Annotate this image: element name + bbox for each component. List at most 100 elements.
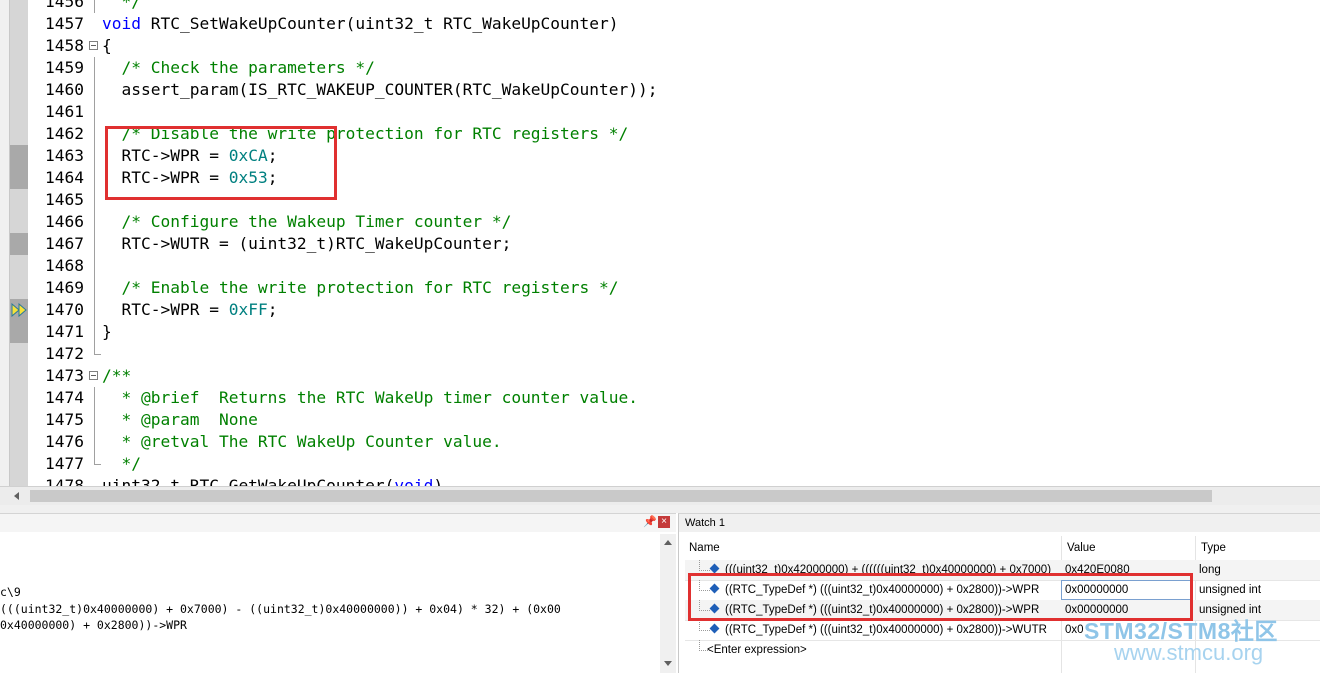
line-number: 1464 xyxy=(45,168,84,187)
code-text[interactable]: /* Check the parameters */ xyxy=(102,57,375,79)
code-line[interactable]: 1470 RTC->WPR = 0xFF; xyxy=(0,299,1320,321)
code-line[interactable]: 1468 xyxy=(0,255,1320,277)
keyword-token: void xyxy=(102,14,141,33)
watermark: STM32/STM8社区 www.stmcu.org xyxy=(1076,610,1320,672)
code-line[interactable]: 1474 * @brief Returns the RTC WakeUp tim… xyxy=(0,387,1320,409)
code-line[interactable]: 1471} xyxy=(0,321,1320,343)
header-value[interactable]: Value xyxy=(1067,542,1096,554)
code-editor[interactable]: 1456 */1457 void RTC_SetWakeUpCounter(uin… xyxy=(0,0,1320,486)
watch-title[interactable]: Watch 1 xyxy=(685,514,725,532)
fold-guide xyxy=(94,431,95,453)
code-token: uint32_t RTC_GetWakeUpCounter( xyxy=(102,476,395,486)
watch-type: long xyxy=(1199,564,1221,576)
watch-type: unsigned int xyxy=(1199,584,1262,596)
code-text[interactable]: */ xyxy=(102,453,141,475)
code-line[interactable]: 1458 { xyxy=(0,35,1320,57)
header-type[interactable]: Type xyxy=(1201,542,1226,554)
code-text[interactable]: * @retval The RTC WakeUp Counter value. xyxy=(102,431,501,453)
command-output-line: c\9 xyxy=(0,585,21,599)
code-line[interactable]: 1460 assert_param(IS_RTC_WAKEUP_COUNTER(… xyxy=(0,79,1320,101)
code-line[interactable]: 1466 /* Configure the Wakeup Timer count… xyxy=(0,211,1320,233)
breakpoint-marker[interactable] xyxy=(10,233,28,255)
line-number: 1476 xyxy=(45,432,84,451)
comment-token: /* Enable the write protection for RTC r… xyxy=(102,278,619,297)
panel-splitter[interactable] xyxy=(0,505,1320,513)
fold-guide xyxy=(94,123,95,145)
code-line[interactable]: 1476 * @retval The RTC WakeUp Counter va… xyxy=(0,431,1320,453)
code-line[interactable]: 1477 */ xyxy=(0,453,1320,475)
code-line[interactable]: 1475 * @param None xyxy=(0,409,1320,431)
fold-guide-end xyxy=(94,343,101,355)
fold-toggle-icon[interactable] xyxy=(89,41,98,50)
fold-guide xyxy=(94,277,95,299)
code-line[interactable]: 1467 RTC->WUTR = (uint32_t)RTC_WakeUpCou… xyxy=(0,233,1320,255)
code-token: RTC->WPR = xyxy=(102,300,229,319)
line-number: 1458 xyxy=(45,36,84,55)
editor-horizontal-scrollbar[interactable] xyxy=(0,486,1320,505)
code-text[interactable]: } xyxy=(102,321,112,343)
number-token: 0xFF xyxy=(228,300,268,319)
variable-icon xyxy=(709,623,720,634)
watch-header: Name Value Type xyxy=(685,538,1320,561)
breakpoint-marker[interactable] xyxy=(10,145,28,167)
code-token: RTC_SetWakeUpCounter(uint32_t RTC_WakeUp… xyxy=(140,14,619,33)
line-number: 1465 xyxy=(45,190,84,209)
fold-guide xyxy=(94,233,95,255)
code-text[interactable]: assert_param(IS_RTC_WAKEUP_COUNTER(RTC_W… xyxy=(102,79,657,101)
watermark-url: www.stmcu.org xyxy=(1114,640,1264,665)
code-line[interactable]: 1473 /** xyxy=(0,365,1320,387)
code-line[interactable]: 1461 xyxy=(0,101,1320,123)
comment-token: * @brief Returns the RTC WakeUp timer co… xyxy=(102,388,639,407)
scroll-down-icon[interactable] xyxy=(664,661,672,666)
code-line[interactable]: 1457 void RTC_SetWakeUpCounter(uint32_t R… xyxy=(0,13,1320,35)
line-number: 1474 xyxy=(45,388,84,407)
breakpoint-marker[interactable] xyxy=(10,167,28,189)
code-text[interactable]: RTC->WPR = 0xFF; xyxy=(102,299,277,321)
fold-guide xyxy=(94,211,95,233)
fold-guide xyxy=(94,299,95,321)
code-text[interactable]: uint32_t RTC_GetWakeUpCounter(void) xyxy=(102,475,443,486)
fold-guide xyxy=(94,321,95,343)
code-line[interactable]: 1472 xyxy=(0,343,1320,365)
line-number: 1478 xyxy=(45,476,84,486)
fold-guide xyxy=(94,0,95,13)
command-vertical-scrollbar[interactable] xyxy=(660,534,676,673)
code-line[interactable]: 1459 /* Check the parameters */ xyxy=(0,57,1320,79)
enter-expression[interactable]: <Enter expression> xyxy=(707,640,1037,660)
tree-connector xyxy=(699,560,710,571)
code-text[interactable]: /* Enable the write protection for RTC r… xyxy=(102,277,619,299)
code-text[interactable]: * @brief Returns the RTC WakeUp timer co… xyxy=(102,387,638,409)
code-token: { xyxy=(102,36,112,55)
code-token: ) xyxy=(433,476,444,486)
code-text[interactable]: /* Configure the Wakeup Timer counter */ xyxy=(102,211,511,233)
fold-guide xyxy=(94,409,95,431)
line-number: 1466 xyxy=(45,212,84,231)
scrollbar-thumb[interactable] xyxy=(30,490,1212,502)
code-text[interactable]: void RTC_SetWakeUpCounter(uint32_t RTC_W… xyxy=(102,13,619,35)
code-text[interactable]: RTC->WUTR = (uint32_t)RTC_WakeUpCounter; xyxy=(102,233,511,255)
pin-icon[interactable]: 📌 xyxy=(643,515,657,528)
scroll-up-icon[interactable] xyxy=(664,540,672,545)
comment-token: */ xyxy=(102,0,141,11)
comment-token: /* Check the parameters */ xyxy=(102,58,375,77)
code-line[interactable]: 1456 */ xyxy=(0,0,1320,13)
fold-toggle-icon[interactable] xyxy=(89,371,98,380)
editor-left-border xyxy=(0,0,10,506)
code-line[interactable]: 1478 uint32_t RTC_GetWakeUpCounter(void) xyxy=(0,475,1320,486)
code-text[interactable]: * @param None xyxy=(102,409,257,431)
code-text[interactable]: /** xyxy=(102,365,131,387)
line-number: 1467 xyxy=(45,234,84,253)
code-text[interactable]: */ xyxy=(102,0,141,13)
comment-token: /* Configure the Wakeup Timer counter */ xyxy=(102,212,512,231)
line-number: 1456 xyxy=(45,0,84,11)
current-line-arrow-icon xyxy=(11,302,27,318)
command-output-line: (((uint32_t)0x40000000) + 0x7000) - ((ui… xyxy=(0,602,561,616)
close-icon[interactable]: × xyxy=(658,516,670,528)
header-name[interactable]: Name xyxy=(689,542,720,554)
watch-panel-titlebar: Watch 1 xyxy=(679,514,1320,532)
code-text[interactable]: { xyxy=(102,35,112,57)
keyword-token: void xyxy=(394,476,434,486)
code-line[interactable]: 1469 /* Enable the write protection for … xyxy=(0,277,1320,299)
scroll-left-icon[interactable] xyxy=(14,492,19,500)
breakpoint-marker[interactable] xyxy=(10,321,28,343)
